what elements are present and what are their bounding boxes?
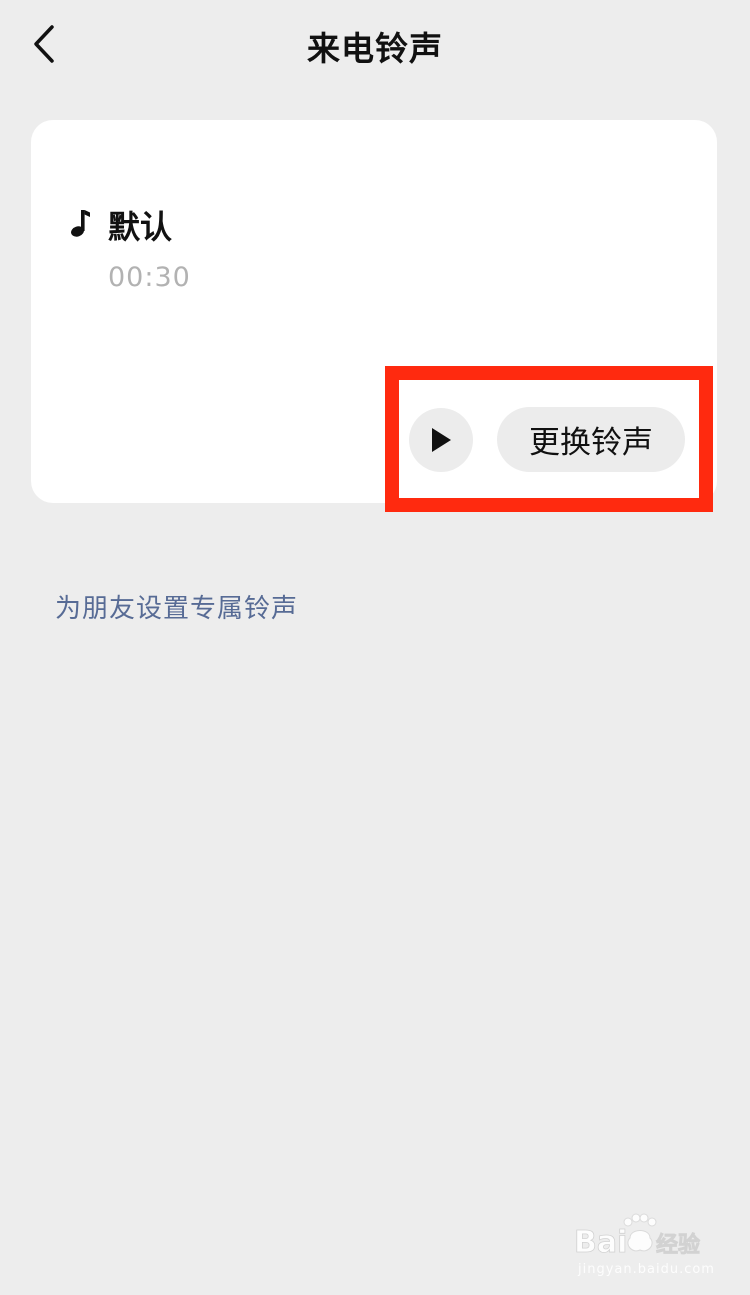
baidu-logo-icon: Bai 经验 <box>574 1213 700 1260</box>
svg-text:Bai: Bai <box>574 1225 627 1260</box>
music-note-icon <box>71 210 90 237</box>
watermark-subtext: jingyan.baidu.com <box>578 1262 715 1277</box>
play-icon <box>432 428 451 452</box>
ringtone-duration: 00:30 <box>108 262 191 293</box>
set-friend-ringtone-link[interactable]: 为朋友设置专属铃声 <box>55 588 298 625</box>
svg-text:经验: 经验 <box>656 1232 700 1258</box>
ringtone-name: 默认 <box>108 208 173 246</box>
play-button[interactable] <box>409 408 473 472</box>
baidu-jingyan-watermark: Bai 经验 jingyan.baidu.com <box>572 1212 722 1282</box>
ringtone-card: 默认 00:30 更换铃声 <box>31 120 717 503</box>
change-ringtone-button[interactable]: 更换铃声 <box>497 407 685 472</box>
page-title: 来电铃声 <box>307 29 443 68</box>
navigation-bar: 来电铃声 <box>0 0 750 88</box>
